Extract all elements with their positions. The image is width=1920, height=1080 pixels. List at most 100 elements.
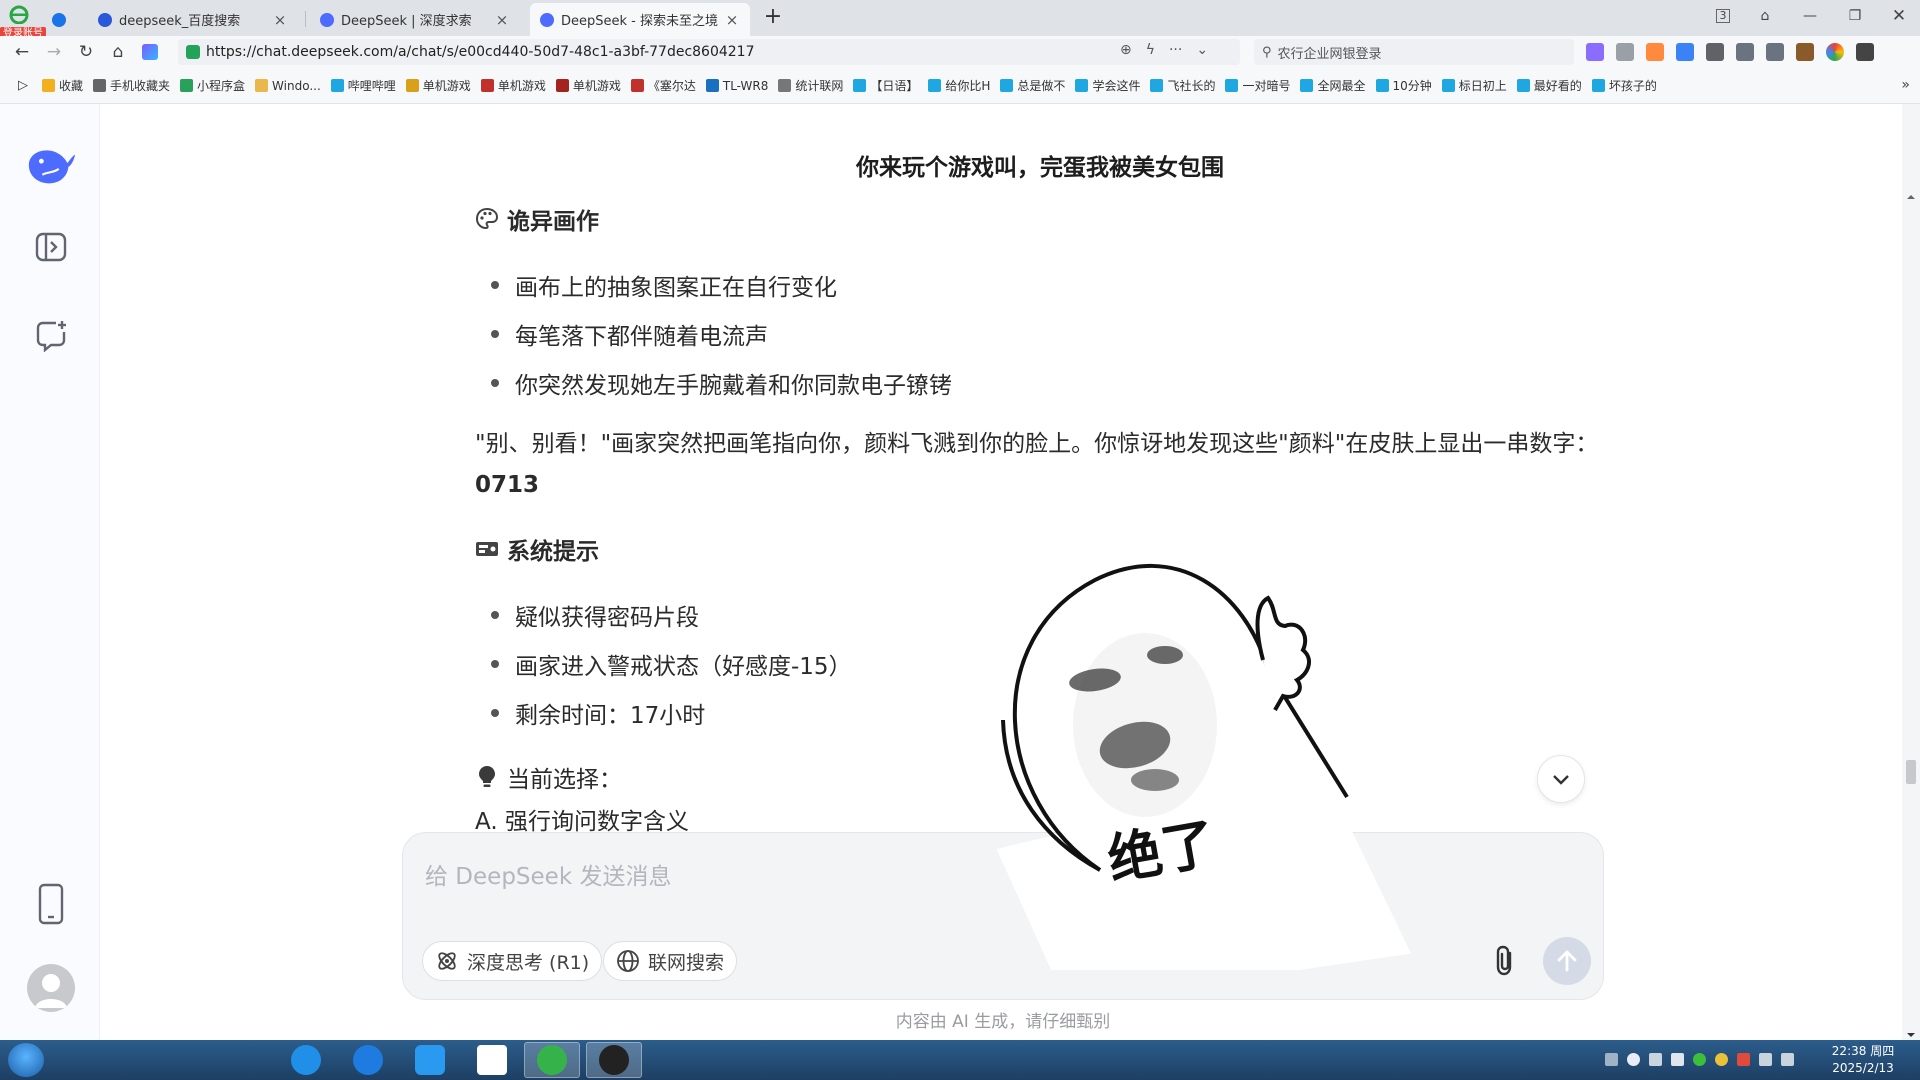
scroll-up-icon[interactable] xyxy=(1906,192,1916,202)
game-icon[interactable] xyxy=(1646,43,1664,61)
bookmarks-more-icon[interactable]: » xyxy=(1901,77,1910,93)
scrollbar-thumb[interactable] xyxy=(1906,760,1916,784)
bookmark-item[interactable]: 手机收藏夹 xyxy=(93,77,170,94)
security-icon[interactable] xyxy=(1693,1053,1706,1066)
more-icon[interactable]: ··· xyxy=(1169,42,1182,58)
minimize-icon[interactable]: — xyxy=(1795,4,1825,28)
bookmark-item[interactable]: Windo... xyxy=(255,79,321,93)
start-button[interactable] xyxy=(8,1043,44,1077)
download-icon[interactable] xyxy=(1736,43,1754,61)
address-bar[interactable]: https://chat.deepseek.com/a/chat/s/e00cd… xyxy=(178,39,1240,65)
undo-icon[interactable] xyxy=(1766,43,1784,61)
forward-icon[interactable]: → xyxy=(42,40,66,64)
bookmark-item[interactable]: 飞社长的 xyxy=(1150,77,1215,94)
taskbar-app-bird[interactable] xyxy=(402,1042,458,1078)
help-icon[interactable] xyxy=(1627,1053,1640,1066)
close-icon[interactable]: × xyxy=(272,11,288,29)
bookmark-item[interactable]: 单机游戏 xyxy=(555,77,621,94)
settings-icon[interactable] xyxy=(1649,1053,1662,1066)
bookmark-item[interactable]: 坏孩子的 xyxy=(1591,77,1657,94)
menu-icon[interactable] xyxy=(1856,43,1874,61)
expand-sidebar-icon[interactable] xyxy=(25,221,77,273)
network-icon[interactable] xyxy=(1759,1053,1772,1066)
mobile-app-icon[interactable] xyxy=(25,878,77,930)
home-icon[interactable]: ⌂ xyxy=(106,40,130,64)
deepseek-logo-icon[interactable] xyxy=(25,140,77,192)
lightning-icon[interactable]: ϟ xyxy=(1146,42,1155,58)
bookmark-item[interactable]: 统计联网 xyxy=(778,77,843,94)
tab-baidu[interactable]: deepseek_百度搜索 × xyxy=(88,3,298,36)
scissors-icon[interactable] xyxy=(1616,43,1634,61)
bookmark-label: 总是做不 xyxy=(1017,79,1066,93)
reload-icon[interactable]: ↻ xyxy=(74,40,98,64)
taskbar-app-kugou[interactable] xyxy=(278,1042,334,1078)
skin-icon[interactable]: ⌂ xyxy=(1750,4,1780,28)
bookmark-item[interactable]: 单机游戏 xyxy=(405,77,471,94)
web-search-button[interactable]: 联网搜索 xyxy=(603,941,738,981)
send-button[interactable] xyxy=(1543,937,1591,985)
deep-think-button[interactable]: 深度思考 (R1) xyxy=(422,941,603,981)
taskbar-app-wps[interactable] xyxy=(464,1042,520,1078)
zoom-icon[interactable]: ⊕ xyxy=(1120,42,1132,58)
chevron-down-icon[interactable]: ⌄ xyxy=(1196,42,1208,58)
bookmark-item[interactable]: 收藏 xyxy=(42,77,83,94)
puzzle-icon[interactable] xyxy=(1706,43,1724,61)
sidebar xyxy=(0,104,100,1040)
tab-deepseek-chat[interactable]: DeepSeek - 探索未至之境 × xyxy=(530,3,750,36)
search-extension-icon[interactable] xyxy=(1676,43,1694,61)
volume-icon[interactable] xyxy=(1781,1053,1794,1066)
bookmark-item[interactable]: 给你比H xyxy=(928,77,990,94)
bookmark-item[interactable]: 全网最全 xyxy=(1300,77,1366,94)
search-input[interactable]: ⚲ 农行企业网银登录 xyxy=(1254,39,1574,65)
code-number: 0713 xyxy=(475,472,540,498)
search-placeholder: 农行企业网银登录 xyxy=(1277,46,1382,62)
browser-logo-icon[interactable] xyxy=(6,4,32,24)
taskbar-app-recorder[interactable] xyxy=(586,1042,642,1078)
scroll-to-bottom-button[interactable] xyxy=(1537,755,1585,803)
browser-icon xyxy=(537,1045,567,1075)
page-scrollbar[interactable] xyxy=(1902,104,1920,1040)
new-tab-button[interactable]: + xyxy=(758,3,788,33)
paperclip-icon xyxy=(1496,945,1512,976)
bookmark-item[interactable]: 标日初上 xyxy=(1441,77,1507,94)
list-item: 疑似获得密码片段 xyxy=(491,598,699,632)
close-icon[interactable]: × xyxy=(494,11,510,29)
pinned-tab[interactable] xyxy=(52,3,72,36)
sidebar-toggle-icon[interactable]: ▷ xyxy=(18,78,28,93)
ai-assistant-icon[interactable] xyxy=(138,40,162,64)
back-icon[interactable]: ← xyxy=(10,40,34,64)
bookmark-item[interactable]: 《塞尔达 xyxy=(630,77,696,94)
new-chat-icon[interactable] xyxy=(25,309,77,361)
bookmark-item[interactable]: 总是做不 xyxy=(1000,77,1065,94)
close-window-icon[interactable]: ✕ xyxy=(1884,4,1914,28)
bookmark-item[interactable]: 学会这件 xyxy=(1075,77,1140,94)
keyboard-icon[interactable] xyxy=(1605,1053,1618,1066)
bookmark-item[interactable]: 小程序盒 xyxy=(180,77,245,94)
bookmark-item[interactable]: 10分钟 xyxy=(1375,77,1432,94)
bookmark-item[interactable]: TL-WR8 xyxy=(705,79,768,93)
attach-file-button[interactable] xyxy=(1487,943,1523,979)
window-count-badge[interactable]: 3 xyxy=(1708,4,1738,28)
avatar[interactable] xyxy=(27,964,75,1012)
bookmark-item[interactable]: 最好看的 xyxy=(1516,77,1582,94)
taskbar-clock[interactable]: 22:38 周四 2025/2/13 xyxy=(1830,1043,1896,1077)
tab-deepseek-home[interactable]: DeepSeek | 深度求索 × xyxy=(310,3,520,36)
message-input-placeholder[interactable]: 给 DeepSeek 发送消息 xyxy=(425,857,671,891)
bookmark-label: 给你比H xyxy=(945,79,991,93)
translate-icon[interactable] xyxy=(1586,43,1604,61)
wallet-icon[interactable] xyxy=(1796,43,1814,61)
shield-icon[interactable] xyxy=(1715,1053,1728,1066)
bookmark-item[interactable]: 一对暗号 xyxy=(1225,77,1290,94)
scroll-down-icon[interactable] xyxy=(1906,1030,1916,1040)
taskbar-app-browser[interactable] xyxy=(524,1042,580,1078)
alert-icon[interactable] xyxy=(1737,1053,1750,1066)
bookmark-item[interactable]: 【日语】 xyxy=(853,77,918,94)
taskbar-app-feather[interactable] xyxy=(340,1042,396,1078)
tray-expand-icon[interactable] xyxy=(1671,1053,1684,1066)
chrome-icon[interactable] xyxy=(1826,43,1844,61)
list-item: 你突然发现她左手腕戴着和你同款电子镣铐 xyxy=(491,366,952,400)
close-icon[interactable]: × xyxy=(724,11,740,29)
bookmark-item[interactable]: 哔哩哔哩 xyxy=(330,77,396,94)
bookmark-item[interactable]: 单机游戏 xyxy=(480,77,546,94)
restore-icon[interactable]: ❐ xyxy=(1840,4,1870,28)
